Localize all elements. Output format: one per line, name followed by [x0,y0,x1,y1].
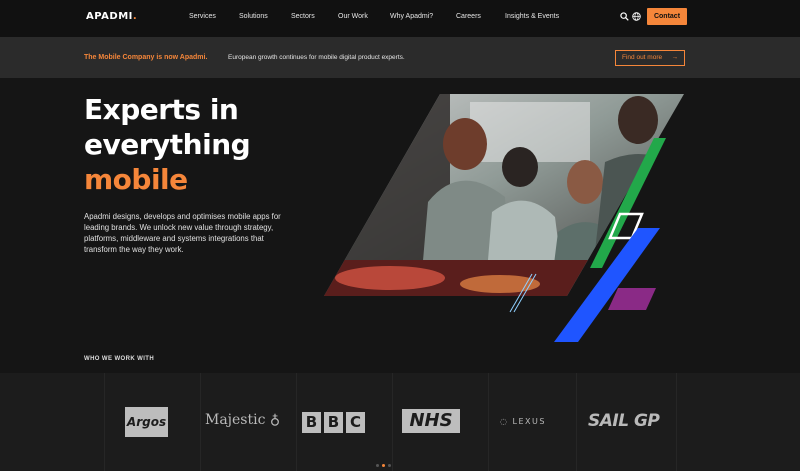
carousel-divider [488,373,489,471]
find-out-more-button[interactable]: Find out more → [615,50,685,66]
carousel-dot[interactable] [388,464,391,467]
client-logos-carousel [0,373,800,471]
nav-item-services[interactable]: Services [189,13,216,20]
banner-text: European growth continues for mobile dig… [228,54,405,61]
nhs-logo: NHS [402,409,460,433]
sailgp-logo: SAIL GP [588,411,660,431]
nav-item-sectors[interactable]: Sectors [291,13,315,20]
carousel-divider [296,373,297,471]
carousel-pagination [376,464,396,468]
nav-item-our-work[interactable]: Our Work [338,13,368,20]
hero-image [324,94,684,342]
carousel-divider [576,373,577,471]
magenta-block-shape [608,288,656,310]
bbc-logo-letter: B [324,412,343,433]
contact-button[interactable]: Contact [647,8,687,25]
carousel-divider [104,373,105,471]
find-out-more-label: Find out more [622,54,663,61]
globe-icon[interactable] [632,12,641,21]
lexus-logo-text: LEXUS [512,417,546,426]
nav-item-insights-events[interactable]: Insights & Events [505,13,559,20]
arrow-right-icon: → [671,54,679,61]
search-icon[interactable] [620,12,629,21]
hero-description: Apadmi designs, develops and optimises m… [84,212,281,254]
argos-logo: Argos [125,407,168,437]
lexus-logo: ◌ LEXUS [500,417,546,426]
hero-heading: Experts in everything mobile [84,92,251,197]
hero-heading-line1: Experts in [84,93,239,126]
carousel-dot[interactable] [376,464,379,467]
bbc-logo: BBC [302,412,368,433]
carousel-divider [392,373,393,471]
majestic-logo: Majestic ♁ [205,412,280,428]
majestic-logo-text: Majestic [205,412,266,428]
top-navigation: APADMI. Services Solutions Sectors Our W… [0,0,800,37]
bbc-logo-letter: C [346,412,365,433]
banner-title: The Mobile Company is now Apadmi. [84,54,208,61]
carousel-divider [200,373,201,471]
lexus-emblem-icon: ◌ [500,417,509,426]
bbc-logo-letter: B [302,412,321,433]
hero-heading-line2: everything [84,128,251,161]
clients-heading: WHO WE WORK WITH [84,356,155,362]
carousel-dot-active[interactable] [382,464,385,467]
nav-item-why-apadmi[interactable]: Why Apadmi? [390,13,433,20]
nav-item-careers[interactable]: Careers [456,13,481,20]
hero-heading-accent: mobile [84,163,188,196]
crest-icon: ♁ [269,412,281,428]
carousel-divider [676,373,677,471]
nav-item-solutions[interactable]: Solutions [239,13,268,20]
